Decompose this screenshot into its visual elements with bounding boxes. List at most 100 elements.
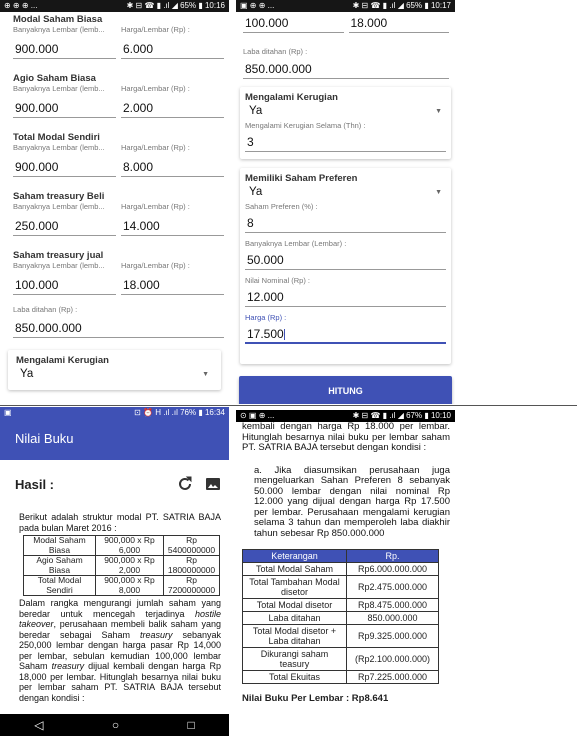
result-text: Nilai Buku Per Lembar : Rp8.641 xyxy=(242,693,389,704)
group-title: Modal Saham Biasa xyxy=(13,14,103,25)
text-cursor xyxy=(283,329,285,341)
group-title: Agio Saham Biasa xyxy=(13,73,96,84)
harga-label: Harga/Lembar (Rp) : xyxy=(121,202,190,211)
desc-italic: treasury xyxy=(51,661,85,671)
harga-input[interactable]: 18.000 xyxy=(348,14,449,33)
rp-cell: Rp8.475.000.000 xyxy=(346,598,439,612)
kerugian-thn-input[interactable]: 3 xyxy=(245,133,446,152)
table-cell: Rp 5400000000 xyxy=(163,535,220,556)
refresh-icon[interactable] xyxy=(177,476,193,492)
image-icon[interactable] xyxy=(205,476,221,492)
rp-cell: Rp2.475.000.000 xyxy=(346,575,439,599)
intro-text: Berikut adalah struktur modal PT. SATRIA… xyxy=(19,512,221,533)
lembar-label: Banyaknya Lembar (lemb... xyxy=(13,261,105,270)
harga-input[interactable]: 8.000 xyxy=(121,158,224,177)
preferen-card: Memiliki Saham Preferen Ya ▼ Saham Prefe… xyxy=(240,168,451,364)
status-right: ⊡ ⏰ H .ıl .ıl 76% ▮ 16:34 xyxy=(134,408,225,417)
pref-lembar-input[interactable]: 50.000 xyxy=(245,251,446,270)
input-group: Total Modal Sendiri Banyaknya Lembar (lem… xyxy=(13,132,224,177)
laba-section: Laba ditahan (Rp) : 850.000.000 xyxy=(0,295,229,338)
kerugian-value: Ya xyxy=(249,105,263,117)
lembar-label: Banyaknya Lembar (lemb... xyxy=(13,143,105,152)
input-group: Saham treasury jual Banyaknya Lembar (lem… xyxy=(13,250,224,295)
pref-pct-input[interactable]: 8 xyxy=(245,214,446,233)
kerugian-select[interactable]: Ya ▼ xyxy=(245,103,446,119)
input-group: Saham treasury Beli Banyaknya Lembar (lem… xyxy=(13,191,224,236)
dropdown-arrow-icon: ▼ xyxy=(435,188,442,196)
home-icon[interactable]: ○ xyxy=(112,718,119,732)
result-screen-2: ⊙ ▣ ⊕ ... ✱ ⊟ ☎ ▮ .ıl ◢ 67% ▮ 10:10 kemb… xyxy=(236,410,455,736)
kerugian-title: Mengalami Kerugian xyxy=(16,355,109,366)
desc-italic: treasury xyxy=(139,629,173,640)
laba-input[interactable]: 850.000.000 xyxy=(13,319,224,338)
group-title: Saham treasury Beli xyxy=(13,191,105,202)
top-text: kembali dengan harga Rp 18.000 per lemba… xyxy=(242,421,450,453)
preferen-select[interactable]: Ya ▼ xyxy=(245,184,446,200)
harga-label: Harga/Lembar (Rp) : xyxy=(121,143,190,152)
nominal-label: Nilai Nominal (Rp) : xyxy=(245,276,311,285)
lembar-label: Banyaknya Lembar (lemb... xyxy=(13,202,105,211)
kerugian-card: Mengalami Kerugian Ya ▼ Mengalami Kerugi… xyxy=(240,87,451,159)
table-cell: Rp 7200000000 xyxy=(163,575,220,596)
laba-input[interactable]: 850.000.000 xyxy=(243,60,449,79)
status-bar: ▣ ⊡ ⏰ H .ıl .ıl 76% ▮ 16:34 xyxy=(0,407,229,419)
result-screen-1: ▣ ⊡ ⏰ H .ıl .ıl 76% ▮ 16:34 Nilai Buku H… xyxy=(0,407,229,736)
recent-apps-icon[interactable]: □ xyxy=(188,718,195,732)
group-title: Saham treasury jual xyxy=(13,250,104,261)
lembar-input[interactable]: 900.000 xyxy=(13,158,116,177)
preferen-title: Memiliki Saham Preferen xyxy=(245,173,358,184)
hitung-button[interactable]: HITUNG xyxy=(239,376,452,404)
harga-pref-label: Harga (Rp) : xyxy=(245,313,287,322)
keterangan-cell: Total Modal disetor + Laba ditahan xyxy=(242,624,347,648)
harga-input[interactable]: 2.000 xyxy=(121,99,224,118)
pref-pct-label: Saham Preferen (%) : xyxy=(245,202,318,211)
rp-cell: Rp9.325.000.000 xyxy=(346,624,439,648)
col-keterangan: Keterangan xyxy=(242,549,347,563)
status-left: ⊕ ⊕ ⊕ ... xyxy=(4,1,38,10)
back-icon[interactable]: ◁ xyxy=(34,718,43,732)
item-a-text: a. Jika diasumsikan perusahaan juga meng… xyxy=(254,464,450,539)
harga-input[interactable]: 18.000 xyxy=(121,276,224,295)
input-group: Agio Saham Biasa Banyaknya Lembar (lemb..… xyxy=(13,73,224,118)
table-cell: 900,000 x Rp 2,000 xyxy=(95,555,164,576)
harga-label: Harga/Lembar (Rp) : xyxy=(121,25,190,34)
dropdown-arrow-icon: ▼ xyxy=(202,370,209,378)
keterangan-cell: Total Tambahan Modal disetor xyxy=(242,575,347,599)
table-row: Dikurangi saham teasury (Rp2.100.000.000) xyxy=(242,647,439,671)
input-groups: Modal Saham Biasa Banyaknya Lembar (lemb.… xyxy=(0,12,229,295)
harga-label: Harga/Lembar (Rp) : xyxy=(121,84,190,93)
input-group: Modal Saham Biasa Banyaknya Lembar (lemb.… xyxy=(13,14,224,59)
harga-input[interactable]: 14.000 xyxy=(121,217,224,236)
nominal-input[interactable]: 12.000 xyxy=(245,288,446,307)
table-row: Agio Saham Biasa 900,000 x Rp 2,000 Rp 180… xyxy=(23,555,220,576)
table-row: Laba ditahan 850.000.000 xyxy=(242,611,439,625)
modal-table: Modal Saham Biasa 900,000 x Rp 6,000 Rp 54… xyxy=(23,535,220,596)
harga-pref-input[interactable]: 17.500 xyxy=(245,325,446,344)
result-body: Berikut adalah struktur modal PT. SATRIA… xyxy=(0,492,229,703)
lembar-input[interactable]: 900.000 xyxy=(13,40,116,59)
keterangan-cell: Total Modal disetor xyxy=(242,598,347,612)
description-text: Dalam rangka mengurangi jumlah saham yan… xyxy=(19,598,221,703)
kerugian-select[interactable]: Ya ▼ xyxy=(16,366,213,382)
keterangan-cell: Laba ditahan xyxy=(242,611,347,625)
divider xyxy=(0,405,577,406)
harga-input[interactable]: 6.000 xyxy=(121,40,224,59)
app-bar: Nilai Buku xyxy=(0,419,229,460)
lembar-input[interactable]: 250.000 xyxy=(13,217,116,236)
group-title: Total Modal Sendiri xyxy=(13,132,100,143)
lembar-label: Banyaknya Lembar (lemb... xyxy=(13,25,105,34)
desc-part: Dalam rangka mengurangi jumlah saham yan… xyxy=(19,598,221,619)
status-left: ▣ xyxy=(4,408,12,417)
result-body: kembali dengan harga Rp 18.000 per lemba… xyxy=(236,421,455,704)
lembar-input[interactable]: 900.000 xyxy=(13,99,116,118)
laba-label: Laba ditahan (Rp) : xyxy=(13,305,78,314)
lembar-label: Banyaknya Lembar (lemb... xyxy=(13,84,105,93)
lembar-input[interactable]: 100.000 xyxy=(13,276,116,295)
rp-cell: Rp6.000.000.000 xyxy=(346,562,439,576)
kerugian-card: Mengalami Kerugian Ya ▼ xyxy=(8,350,221,390)
lembar-input[interactable]: 100.000 xyxy=(243,14,344,33)
rp-cell: (Rp2.100.000.000) xyxy=(346,647,439,671)
keterangan-cell: Total Ekuitas xyxy=(242,670,347,684)
table-row: Total Ekuitas Rp7.225.000.000 xyxy=(242,670,439,684)
table-row: Total Modal disetor Rp8.475.000.000 xyxy=(242,598,439,612)
